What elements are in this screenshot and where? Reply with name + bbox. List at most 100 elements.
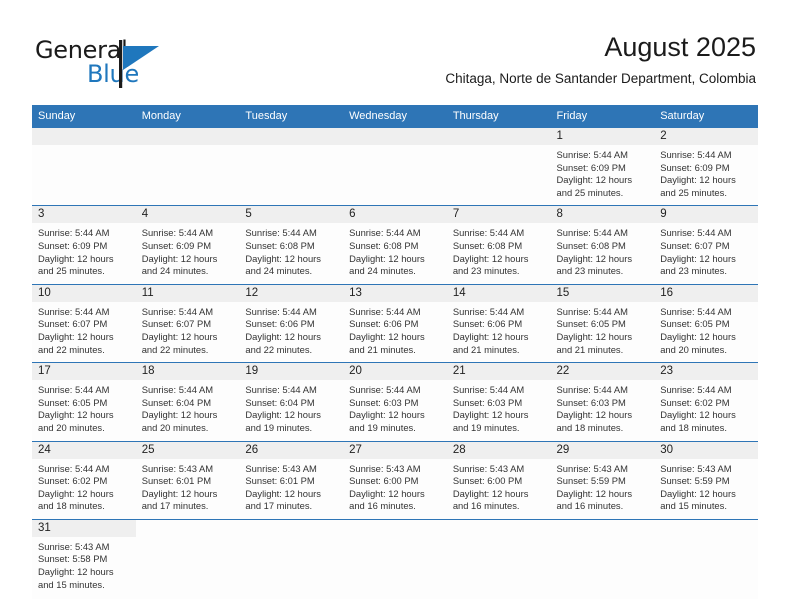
day-details (343, 537, 447, 597)
calendar-day-cell[interactable]: 1 Sunrise: 5:44 AM Sunset: 6:09 PM Daylight… (550, 128, 655, 206)
daylight-text-line1: Daylight: 12 hours (556, 330, 633, 342)
day-details: Sunrise: 5:44 AM Sunset: 6:07 PM Daylight:… (32, 302, 136, 362)
calendar-day-cell[interactable]: 27 Sunrise: 5:43 AM Sunset: 6:00 PM Dayligh… (343, 440, 447, 520)
calendar-day-cell[interactable]: 16 Sunrise: 5:44 AM Sunset: 6:05 PM Dayligh… (654, 283, 758, 363)
calendar-day-cell[interactable]: 11 Sunrise: 5:44 AM Sunset: 6:07 PM Dayligh… (135, 283, 240, 363)
calendar-day-cell[interactable]: 4 Sunrise: 5:44 AM Sunset: 6:09 PM Daylight… (135, 205, 240, 285)
sunrise-text: Sunrise: 5:44 AM (349, 305, 421, 317)
day-details (551, 537, 655, 597)
day-number: 4 (135, 206, 240, 224)
day-number (239, 520, 343, 537)
day-number (446, 128, 551, 145)
calendar-day-cell[interactable]: 31 Sunrise: 5:43 AM Sunset: 5:58 PM Dayligh… (32, 518, 136, 600)
day-details: Sunrise: 5:44 AM Sunset: 6:09 PM Daylight:… (136, 223, 240, 283)
calendar-day-cell[interactable]: 23 Sunrise: 5:44 AM Sunset: 6:02 PM Dayligh… (654, 362, 758, 441)
day-number: 26 (239, 441, 344, 459)
daylight-text-line2: and 21 minutes. (349, 343, 416, 355)
calendar-day-cell[interactable]: 13 Sunrise: 5:44 AM Sunset: 6:06 PM Dayligh… (343, 283, 447, 363)
calendar-day-cell[interactable]: 22 Sunrise: 5:44 AM Sunset: 6:03 PM Dayligh… (550, 362, 655, 441)
daylight-text-line1: Daylight: 12 hours (245, 252, 321, 264)
day-details: Sunrise: 5:44 AM Sunset: 6:05 PM Daylight:… (654, 302, 758, 362)
sunset-text: Sunset: 6:02 PM (660, 396, 730, 408)
day-details (136, 537, 240, 597)
calendar-day-cell[interactable]: 18 Sunrise: 5:44 AM Sunset: 6:04 PM Dayligh… (135, 362, 240, 441)
day-details: Sunrise: 5:44 AM Sunset: 6:03 PM Daylight:… (447, 380, 551, 440)
calendar-day-cell[interactable]: 3 Sunrise: 5:44 AM Sunset: 6:09 PM Daylight… (32, 205, 136, 285)
calendar-day-cell[interactable]: 24 Sunrise: 5:44 AM Sunset: 6:02 PM Dayligh… (32, 440, 136, 520)
daylight-text-line2: and 15 minutes. (38, 578, 105, 590)
day-number (135, 128, 240, 145)
sunrise-text: Sunrise: 5:44 AM (660, 227, 732, 239)
calendar-day-cell[interactable]: 12 Sunrise: 5:44 AM Sunset: 6:06 PM Dayligh… (239, 283, 344, 363)
calendar-day-cell[interactable]: 28 Sunrise: 5:43 AM Sunset: 6:00 PM Dayligh… (446, 440, 551, 520)
calendar-day-cell[interactable]: 10 Sunrise: 5:44 AM Sunset: 6:07 PM Dayligh… (32, 283, 136, 363)
calendar-day-cell[interactable]: 20 Sunrise: 5:44 AM Sunset: 6:03 PM Dayligh… (343, 362, 447, 441)
calendar-day-cell[interactable]: 8 Sunrise: 5:44 AM Sunset: 6:08 PM Daylight… (550, 205, 655, 285)
calendar-day-cell[interactable]: 25 Sunrise: 5:43 AM Sunset: 6:01 PM Dayligh… (135, 440, 240, 520)
day-details: Sunrise: 5:44 AM Sunset: 6:08 PM Daylight:… (447, 223, 551, 283)
calendar-day-cell[interactable]: 2 Sunrise: 5:44 AM Sunset: 6:09 PM Daylight… (654, 128, 758, 206)
weekday-header-thursday: Thursday (446, 105, 551, 128)
daylight-text-line1: Daylight: 12 hours (141, 487, 218, 499)
day-details: Sunrise: 5:44 AM Sunset: 6:09 PM Daylight:… (32, 223, 136, 283)
day-number: 30 (654, 441, 758, 459)
day-number (447, 520, 551, 537)
day-number: 20 (343, 363, 447, 381)
calendar-day-cell[interactable]: 9 Sunrise: 5:44 AM Sunset: 6:07 PM Daylight… (654, 205, 758, 285)
sunset-text: Sunset: 6:08 PM (452, 239, 523, 251)
daylight-text-line1: Daylight: 12 hours (245, 330, 321, 342)
day-details: Sunrise: 5:44 AM Sunset: 6:02 PM Daylight:… (654, 380, 758, 440)
calendar-day-cell-empty (343, 128, 447, 206)
sunrise-text: Sunrise: 5:43 AM (660, 462, 732, 474)
day-number (239, 128, 344, 145)
brand-logo[interactable]: General Blue (35, 36, 215, 92)
calendar-day-cell[interactable]: 14 Sunrise: 5:44 AM Sunset: 6:06 PM Dayligh… (446, 283, 551, 363)
sunrise-text: Sunrise: 5:44 AM (660, 384, 732, 396)
sunrise-text: Sunrise: 5:44 AM (452, 227, 525, 239)
day-number: 18 (135, 363, 240, 381)
location-subtitle: Chitaga, Norte de Santander Department, … (445, 71, 756, 86)
calendar-day-cell[interactable]: 30 Sunrise: 5:43 AM Sunset: 5:59 PM Dayligh… (654, 440, 758, 520)
day-details (447, 145, 551, 205)
calendar-day-cell[interactable]: 19 Sunrise: 5:44 AM Sunset: 6:04 PM Dayligh… (239, 362, 344, 441)
sunset-text: Sunset: 6:02 PM (38, 475, 108, 487)
calendar-day-cell-empty (135, 518, 240, 600)
calendar-week-row: 31 Sunrise: 5:43 AM Sunset: 5:58 PM Dayligh… (32, 518, 758, 600)
calendar-day-cell[interactable]: 15 Sunrise: 5:44 AM Sunset: 6:05 PM Dayligh… (550, 283, 655, 363)
daylight-text-line1: Daylight: 12 hours (141, 330, 218, 342)
calendar-day-cell[interactable]: 7 Sunrise: 5:44 AM Sunset: 6:08 PM Daylight… (446, 205, 551, 285)
calendar-day-cell[interactable]: 26 Sunrise: 5:43 AM Sunset: 6:01 PM Dayligh… (239, 440, 344, 520)
day-details: Sunrise: 5:44 AM Sunset: 6:08 PM Daylight:… (551, 223, 655, 283)
weekday-header-tuesday: Tuesday (239, 105, 344, 128)
sunset-text: Sunset: 6:07 PM (660, 239, 730, 251)
calendar-day-cell[interactable]: 17 Sunrise: 5:44 AM Sunset: 6:05 PM Dayligh… (32, 362, 136, 441)
daylight-text-line2: and 19 minutes. (452, 421, 520, 433)
daylight-text-line2: and 22 minutes. (141, 343, 209, 355)
day-number: 8 (550, 206, 655, 224)
sunrise-text: Sunrise: 5:44 AM (38, 462, 110, 474)
daylight-text-line2: and 21 minutes. (556, 343, 624, 355)
daylight-text-line2: and 18 minutes. (660, 421, 727, 433)
daylight-text-line2: and 16 minutes. (556, 500, 624, 512)
calendar-day-cell[interactable]: 5 Sunrise: 5:44 AM Sunset: 6:08 PM Daylight… (239, 205, 344, 285)
sunrise-text: Sunrise: 5:44 AM (245, 384, 317, 396)
day-details (654, 537, 758, 597)
calendar-day-cell[interactable]: 29 Sunrise: 5:43 AM Sunset: 5:59 PM Dayligh… (550, 440, 655, 520)
day-details (239, 537, 343, 597)
daylight-text-line1: Daylight: 12 hours (349, 409, 425, 421)
page-title: August 2025 (604, 32, 756, 62)
daylight-text-line1: Daylight: 12 hours (245, 487, 321, 499)
weekday-header-saturday: Saturday (654, 105, 758, 128)
sunrise-text: Sunrise: 5:44 AM (556, 305, 628, 317)
daylight-text-line1: Daylight: 12 hours (38, 566, 114, 578)
calendar-day-cell[interactable]: 6 Sunrise: 5:44 AM Sunset: 6:08 PM Daylight… (343, 205, 447, 285)
sunrise-text: Sunrise: 5:44 AM (141, 227, 214, 239)
daylight-text-line1: Daylight: 12 hours (660, 330, 736, 342)
calendar-week-row: 10 Sunrise: 5:44 AM Sunset: 6:07 PM Dayligh… (32, 283, 758, 363)
sunset-text: Sunset: 6:06 PM (349, 318, 419, 330)
day-details: Sunrise: 5:43 AM Sunset: 6:01 PM Daylight:… (136, 459, 240, 519)
sunrise-text: Sunrise: 5:43 AM (349, 462, 421, 474)
daylight-text-line2: and 23 minutes. (556, 265, 624, 277)
day-details (32, 145, 136, 205)
calendar-day-cell[interactable]: 21 Sunrise: 5:44 AM Sunset: 6:03 PM Dayligh… (446, 362, 551, 441)
